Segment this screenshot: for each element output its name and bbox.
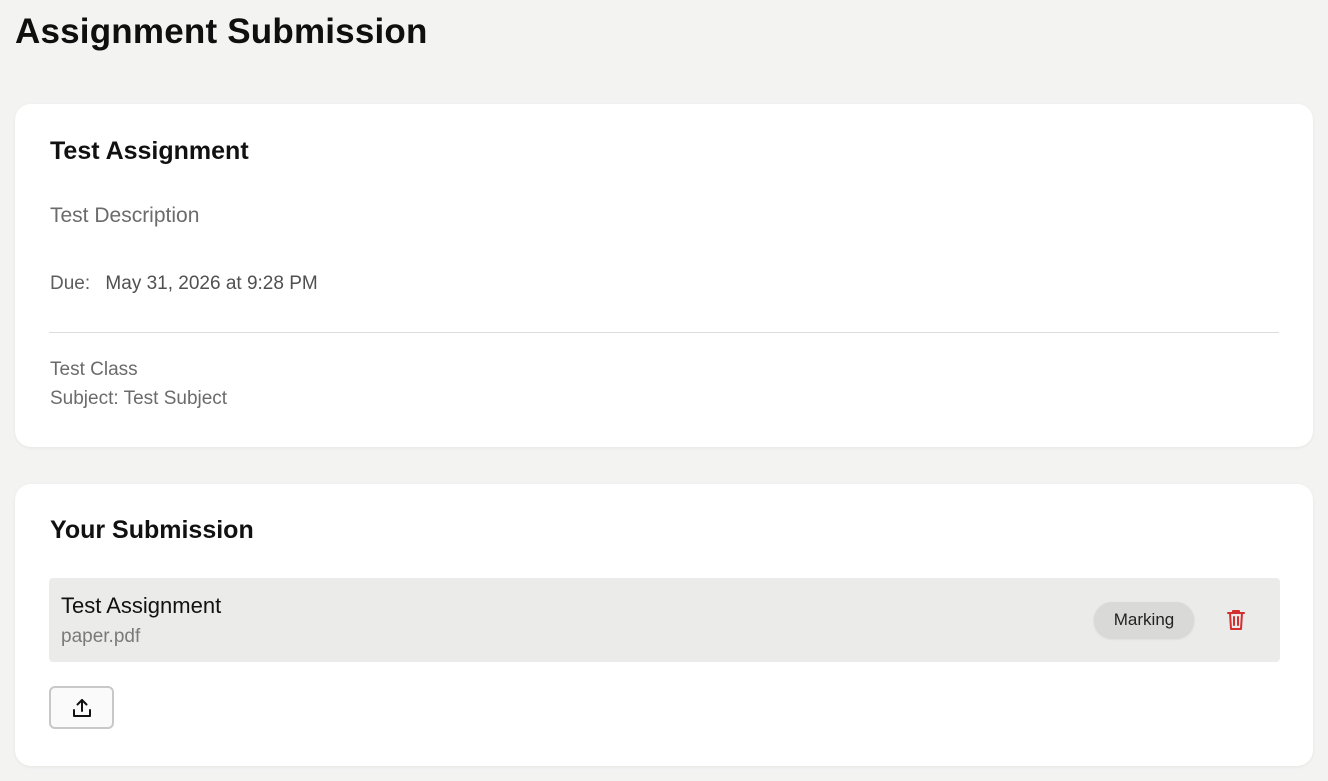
subject-line: Subject: Test Subject [50,388,228,409]
upload-button[interactable] [49,686,114,729]
due-label: Due: [50,273,91,294]
trash-icon [1227,610,1245,630]
delete-submission-button[interactable] [1225,607,1247,633]
page-title: Assignment Submission [15,12,428,51]
upload-icon [72,698,91,717]
assignment-details-card: Test Assignment Test Description Due: Ma… [15,104,1313,447]
due-date-row: Due: May 31, 2026 at 9:28 PM [50,273,318,295]
submission-card: Your Submission Test Assignment paper.pd… [15,484,1313,766]
assignment-title: Test Assignment [50,137,249,165]
submission-item-title: Test Assignment [61,593,222,618]
submission-item: Test Assignment paper.pdf Marking [49,578,1280,662]
class-name: Test Class [50,359,138,380]
details-divider [49,332,1279,333]
status-badge: Marking [1094,602,1194,638]
due-date-value: May 31, 2026 at 9:28 PM [105,273,318,294]
assignment-description: Test Description [50,204,200,227]
submission-file-name: paper.pdf [61,626,141,647]
submission-heading: Your Submission [50,516,254,544]
